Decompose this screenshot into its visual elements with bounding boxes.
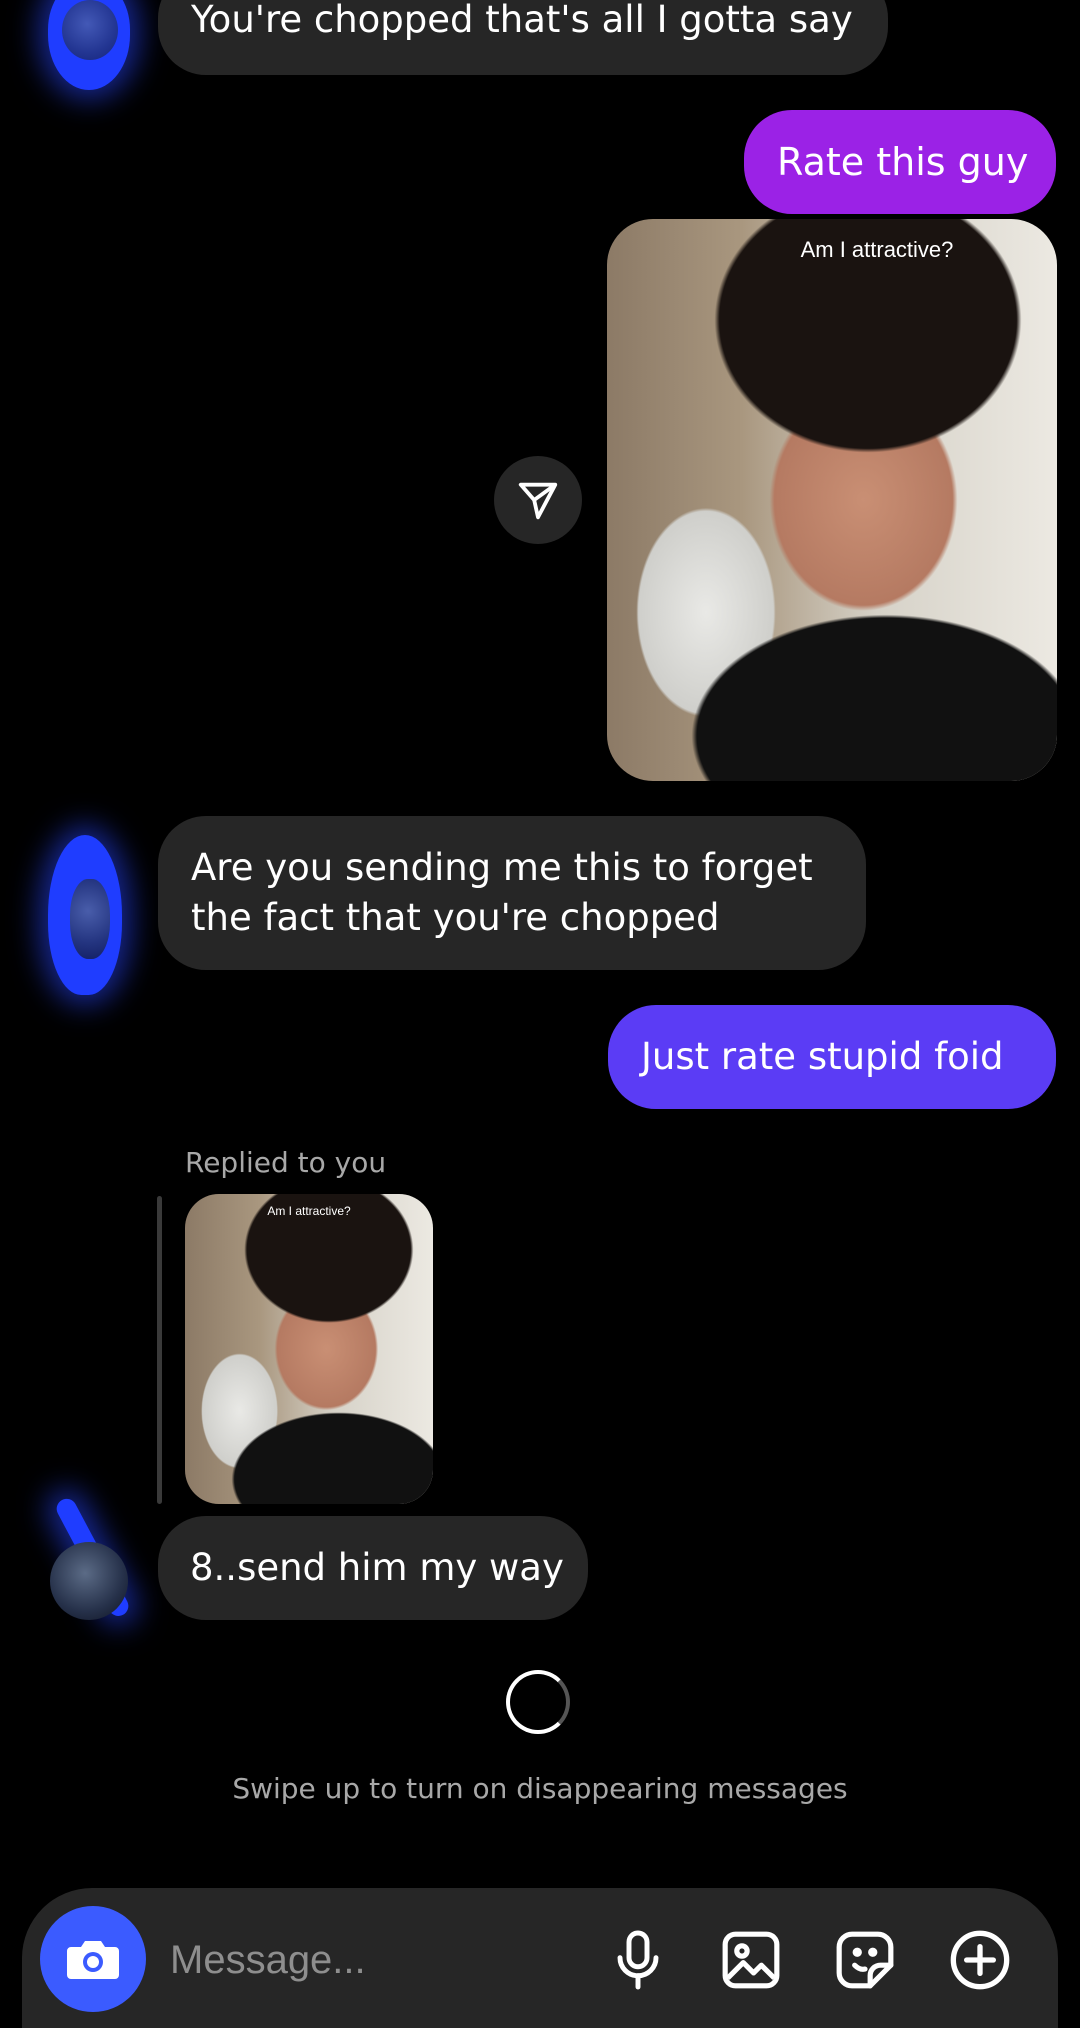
photo-image bbox=[607, 219, 1057, 781]
photo-caption: Am I attractive? bbox=[800, 237, 954, 262]
gallery-button[interactable] bbox=[716, 1925, 786, 1995]
photo-caption: Am I attractive? bbox=[267, 1204, 351, 1218]
message-bubble-outgoing[interactable]: Rate this guy bbox=[744, 110, 1056, 214]
sticker-button[interactable] bbox=[830, 1925, 900, 1995]
loading-spinner bbox=[506, 1670, 570, 1734]
photo-image bbox=[185, 1194, 433, 1504]
avatar-2[interactable] bbox=[40, 835, 130, 995]
message-bubble-incoming[interactable]: You're chopped that's all I gotta say bbox=[158, 0, 888, 75]
message-input[interactable] bbox=[168, 1925, 572, 1995]
send-icon bbox=[518, 482, 558, 520]
avatar-image bbox=[70, 879, 110, 959]
message-text: You're chopped that's all I gotta say bbox=[191, 0, 853, 41]
gallery-icon bbox=[722, 1931, 780, 1989]
message-text: 8..send him my way bbox=[190, 1546, 564, 1589]
sticker-icon bbox=[836, 1931, 894, 1989]
disappearing-messages-hint[interactable]: Swipe up to turn on disappearing message… bbox=[0, 1772, 1080, 1805]
message-bubble-incoming[interactable]: Are you sending me this to forget the fa… bbox=[158, 816, 866, 970]
message-text: Rate this guy bbox=[777, 140, 1029, 184]
avatar-3[interactable] bbox=[30, 1495, 132, 1660]
reply-label: Replied to you bbox=[185, 1146, 387, 1179]
more-button[interactable] bbox=[945, 1925, 1015, 1995]
shared-photo[interactable]: Am I attractive? bbox=[607, 219, 1057, 781]
message-bubble-outgoing[interactable]: Just rate stupid foid bbox=[608, 1005, 1056, 1109]
plus-circle-icon bbox=[950, 1930, 1010, 1990]
reply-divider bbox=[157, 1196, 162, 1504]
voice-button[interactable] bbox=[603, 1925, 673, 1995]
reply-photo[interactable]: Am I attractive? bbox=[185, 1194, 433, 1504]
camera-icon bbox=[67, 1941, 119, 1979]
microphone-icon bbox=[617, 1930, 659, 1990]
share-button[interactable] bbox=[494, 456, 582, 544]
message-text: Just rate stupid foid bbox=[641, 1035, 1004, 1078]
message-text: Are you sending me this to forget the fa… bbox=[191, 846, 813, 939]
camera-button[interactable] bbox=[40, 1906, 146, 2012]
message-bubble-incoming[interactable]: 8..send him my way bbox=[158, 1516, 588, 1620]
avatar-image bbox=[50, 1542, 128, 1620]
avatar-1[interactable] bbox=[48, 0, 130, 90]
avatar-image bbox=[62, 0, 118, 60]
